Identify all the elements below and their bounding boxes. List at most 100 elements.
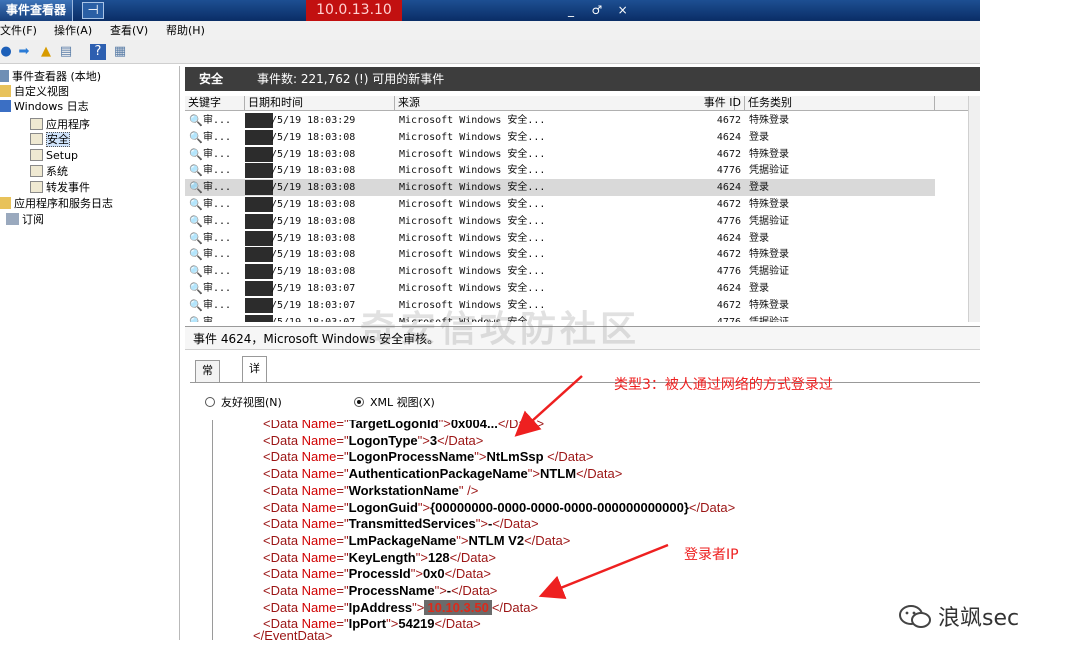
close-icon[interactable]: × <box>612 0 634 21</box>
column-header-source[interactable]: 来源 <box>395 96 735 111</box>
log-icon <box>30 118 43 130</box>
event-viewer-icon <box>0 70 9 82</box>
cell-keyword: 审... <box>203 199 232 210</box>
xml-field-name: IpAddress <box>348 599 413 615</box>
cell-source: Microsoft Windows 安全... <box>399 266 546 278</box>
cell-task: 特殊登录 <box>749 299 789 311</box>
xml-attr-name: Name <box>301 599 337 615</box>
cell-source: Microsoft Windows 安全... <box>399 199 546 210</box>
table-row[interactable]: 🔍 审... /5/19 18:03:08 Microsoft Windows 安全.… <box>185 196 935 213</box>
tab-general[interactable]: 常规 <box>195 360 220 397</box>
menu-view[interactable]: 查看(V) <box>110 21 148 40</box>
xml-field-name: LmPackageName <box>348 532 457 548</box>
xml-field-name: IpPort <box>348 616 387 632</box>
cell-source: Microsoft Windows 安全... <box>399 148 546 160</box>
redaction-block <box>245 297 273 313</box>
menu-file[interactable]: 文件(F) <box>0 21 37 40</box>
column-header-event-id[interactable]: 事件 ID <box>695 96 745 111</box>
xml-punct: =" <box>336 482 349 498</box>
xml-view: <Data Name="TargetLogonId">0x004...</Dat… <box>212 420 980 640</box>
help-icon[interactable]: ? <box>90 44 106 60</box>
xml-tag-close: </Data> <box>492 516 539 532</box>
xml-punct: "> <box>410 566 423 582</box>
menu-bar: 文件(F) 操作(A) 查看(V) 帮助(H) <box>0 21 980 40</box>
table-row[interactable]: 🔍审... /5/19 18:03:07 Microsoft Windows 安全.… <box>185 280 935 297</box>
properties-icon[interactable]: ▦ <box>112 44 128 60</box>
tree-item-forwarded[interactable]: 转发事件 <box>30 180 90 195</box>
cell-datetime: /5/19 18:03:08 <box>271 182 356 194</box>
xml-tag-close: </Data> <box>491 599 539 615</box>
xml-punct: "> <box>456 532 469 548</box>
xml-data-line: <Data Name="KeyLength">128</Data> <box>263 550 496 566</box>
forward-icon[interactable]: ➡ <box>16 44 32 60</box>
xml-tag-open: <Data <box>263 583 302 598</box>
xml-attr-name: Name <box>301 499 337 515</box>
back-icon[interactable]: ● <box>0 44 14 60</box>
cell-event-id: 4624 <box>716 131 741 143</box>
cell-task: 凭据验证 <box>749 314 929 322</box>
tree-item-windows-logs[interactable]: Windows 日志 <box>0 99 89 114</box>
table-row[interactable]: 🔍 审... /5/19 18:03:08 Microsoft Windows 安全.… <box>185 263 935 280</box>
column-header-keyword[interactable]: 关键字 <box>185 96 245 111</box>
xml-attr-name: Name <box>301 566 337 582</box>
events-scrollbar[interactable] <box>968 96 980 322</box>
table-row[interactable]: 🔍 审... /5/19 18:03:08 Microsoft Windows 安全.… <box>185 129 935 146</box>
table-row[interactable]: 🔍 审... /5/19 18:03:08 Microsoft Windows 安全.… <box>185 179 935 197</box>
menu-action[interactable]: 操作(A) <box>54 21 92 40</box>
log-icon <box>30 149 43 161</box>
column-header-datetime[interactable]: 日期和时间 <box>245 96 395 111</box>
xml-punct: =" <box>336 432 349 448</box>
cell-datetime: /5/19 18:03:08 <box>271 249 356 261</box>
xml-data-line: <Data Name="LogonProcessName">NtLmSsp </… <box>263 449 593 465</box>
xml-data-line: <Data Name="ProcessId">0x0</Data> <box>263 566 491 582</box>
column-header-task-category[interactable]: 任务类别 <box>745 96 935 111</box>
xml-tag-open: <Data <box>263 566 302 582</box>
windows-logs-icon <box>0 100 11 112</box>
menu-help[interactable]: 帮助(H) <box>166 21 205 40</box>
cell-event-id: 4624 <box>716 182 741 194</box>
xml-field-value: NTLM <box>539 466 577 482</box>
table-row[interactable]: 🔍 审... /5/19 18:03:08 Microsoft Windows 安全.… <box>185 230 935 247</box>
window-title[interactable]: 事件查看器 <box>0 0 74 21</box>
cell-keyword: 审... <box>203 182 232 194</box>
show-pane-icon[interactable]: ▤ <box>58 44 74 60</box>
up-folder-icon[interactable]: ▲ <box>38 44 54 60</box>
radio-xml-view[interactable]: XML 视图(X) <box>354 396 435 410</box>
audit-key-icon: 🔍 <box>189 114 203 127</box>
tree-item-root[interactable]: 事件查看器 (本地) <box>0 69 101 84</box>
pin-icon[interactable]: ⊣ <box>82 2 104 19</box>
tree-item-custom-views[interactable]: 自定义视图 <box>0 84 69 99</box>
tree-item-setup[interactable]: Setup <box>30 148 78 163</box>
table-row[interactable]: 🔍 审... /5/19 18:03:29 Microsoft Windows 安全.… <box>185 112 935 129</box>
table-row[interactable]: 🔍 审... /5/19 18:03:08 Microsoft Windows 安全.… <box>185 213 935 230</box>
xml-punct: =" <box>336 466 349 482</box>
audit-key-icon: 🔍 <box>189 130 203 144</box>
cell-task: 登录 <box>749 232 769 244</box>
tree-item-security[interactable]: 安全 <box>30 132 70 147</box>
tree-item-system[interactable]: 系统 <box>30 164 68 179</box>
log-icon <box>30 181 43 193</box>
table-row[interactable]: 🔍 审... /5/19 18:03:08 Microsoft Windows 安全.… <box>185 146 935 163</box>
annotation-ip: 登录者IP <box>684 547 739 563</box>
tree-item-application[interactable]: 应用程序 <box>30 117 90 132</box>
redaction-block <box>245 247 273 263</box>
redaction-block <box>245 129 273 145</box>
tab-details[interactable]: 详细信息 <box>242 356 267 447</box>
tree-item-app-service-logs[interactable]: 应用程序和服务日志 <box>0 196 113 211</box>
cell-datetime: /5/19 18:03:08 <box>271 131 356 143</box>
cell-source: Microsoft Windows 安全... <box>399 115 546 126</box>
radio-friendly-view[interactable]: 友好视图(N) <box>205 396 282 410</box>
restore-icon[interactable]: ♂ <box>586 0 608 21</box>
xml-data-line: <Data Name="ProcessName">-</Data> <box>263 583 497 599</box>
redaction-block <box>245 264 273 280</box>
xml-field-name: LogonProcessName <box>348 449 475 465</box>
xml-punct: "> <box>434 583 447 598</box>
table-row[interactable]: 🔍 审... /5/19 18:03:08 Microsoft Windows 安全.… <box>185 162 935 179</box>
cell-datetime: /5/19 18:03:08 <box>271 266 356 278</box>
xml-tag-open: <Data <box>263 599 302 615</box>
tree-item-subscriptions[interactable]: 订阅 <box>6 212 44 227</box>
minimize-icon[interactable]: _ <box>560 0 582 21</box>
table-row[interactable]: 🔍 审... /5/19 18:03:08 Microsoft Windows 安全.… <box>185 246 935 263</box>
xml-punct: "> <box>386 616 399 632</box>
cell-keyword: 审... <box>203 115 232 126</box>
